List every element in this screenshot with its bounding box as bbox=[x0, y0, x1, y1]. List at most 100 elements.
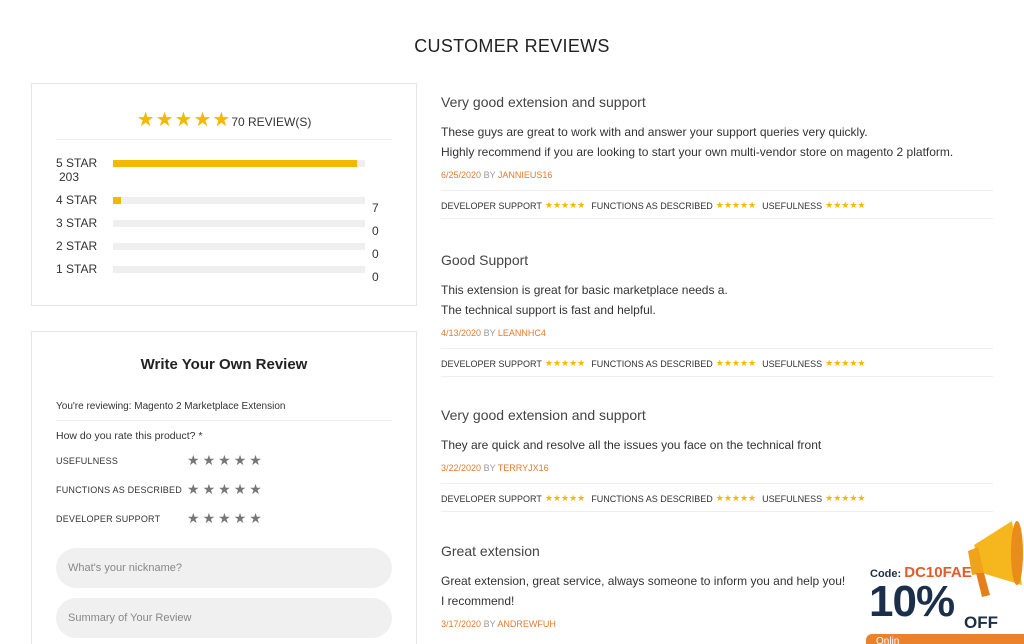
review-ratings: DEVELOPER SUPPORT ★★★★★ FUNCTIONS AS DESC… bbox=[441, 348, 993, 377]
bar-label: 5 STAR bbox=[56, 156, 98, 170]
divider bbox=[56, 139, 392, 140]
bar-track bbox=[113, 160, 365, 167]
summary-stars: ★ ★ ★ ★ ★ bbox=[137, 110, 232, 130]
review-meta: 4/13/2020 BY LEANNHC4 bbox=[441, 328, 993, 338]
promo-bar[interactable]: Onlin bbox=[866, 634, 1024, 644]
summary-input[interactable] bbox=[56, 598, 392, 638]
by-label: BY bbox=[483, 463, 496, 473]
review-title: Very good extension and support bbox=[441, 407, 646, 423]
star-icon: ★ bbox=[193, 109, 212, 131]
rating-label: DEVELOPER SUPPORT bbox=[441, 493, 542, 504]
star-icon: ★★★★★ bbox=[715, 200, 757, 210]
star-icon[interactable]: ★ bbox=[249, 453, 262, 467]
promo-badge[interactable]: Code: DC10FAE 10% OFF Onlin bbox=[866, 515, 1024, 644]
nickname-input[interactable] bbox=[56, 548, 392, 588]
star-icon[interactable]: ★ bbox=[187, 453, 200, 467]
star-icon[interactable]: ★ bbox=[249, 511, 262, 525]
star-icon: ★★★★★ bbox=[825, 493, 866, 503]
review-date: 6/25/2020 bbox=[441, 170, 482, 180]
star-icon: ★★★★★ bbox=[544, 358, 586, 368]
rating-label: USEFULNESS bbox=[56, 456, 119, 466]
star-icon[interactable]: ★ bbox=[203, 453, 216, 467]
star-icon: ★★★★★ bbox=[825, 358, 866, 368]
star-rating-input[interactable]: ★ ★ ★ ★ ★ bbox=[187, 453, 265, 467]
star-rating-input[interactable]: ★ ★ ★ ★ ★ bbox=[187, 511, 265, 525]
review-title: Good Support bbox=[441, 252, 529, 268]
star-icon: ★★★★★ bbox=[715, 358, 757, 368]
star-icon: ★★★★★ bbox=[544, 200, 586, 210]
bar-fill bbox=[113, 197, 122, 204]
rating-label: FUNCTIONS AS DESCRIBED bbox=[56, 485, 182, 495]
rating-bar-1[interactable]: 1 STAR 0 bbox=[56, 260, 396, 284]
star-icon[interactable]: ★ bbox=[187, 482, 200, 496]
rating-bar-2[interactable]: 2 STAR 0 bbox=[56, 237, 396, 261]
rating-label: FUNCTIONS AS DESCRIBED bbox=[591, 358, 713, 369]
review-body: This extension is great for basic market… bbox=[441, 280, 993, 320]
promo-off: OFF bbox=[964, 613, 998, 632]
reviewing-product: You're reviewing: Magento 2 Marketplace … bbox=[56, 401, 286, 412]
bar-label: 4 STAR bbox=[56, 193, 98, 207]
promo-percent: 10% bbox=[869, 577, 955, 626]
star-icon[interactable]: ★ bbox=[203, 482, 216, 496]
star-icon: ★★★★★ bbox=[715, 493, 757, 503]
bar-count: 0 bbox=[372, 224, 379, 238]
by-label: BY bbox=[483, 170, 496, 180]
star-icon[interactable]: ★ bbox=[203, 511, 216, 525]
review-count[interactable]: 70 REVIEW(S) bbox=[231, 115, 311, 129]
bar-count: 7 bbox=[372, 201, 379, 215]
bar-track bbox=[113, 220, 365, 227]
bar-label: 2 STAR bbox=[56, 239, 98, 253]
bar-track bbox=[113, 266, 365, 273]
star-icon[interactable]: ★ bbox=[234, 511, 247, 525]
star-rating-input[interactable]: ★ ★ ★ ★ ★ bbox=[187, 482, 265, 496]
bar-count: 0 bbox=[372, 247, 379, 261]
by-label: BY bbox=[483, 619, 496, 629]
bar-track bbox=[113, 243, 365, 250]
rating-label: DEVELOPER SUPPORT bbox=[441, 200, 542, 211]
star-icon[interactable]: ★ bbox=[218, 453, 231, 467]
bar-count: 203 bbox=[59, 170, 80, 184]
review-body-line: Highly recommend if you are looking to s… bbox=[441, 145, 954, 159]
review-date: 3/22/2020 bbox=[441, 463, 482, 473]
rating-label: USEFULNESS bbox=[762, 358, 823, 369]
write-review-title: Write Your Own Review bbox=[140, 356, 308, 373]
review-item: Very good extension and support These gu… bbox=[441, 94, 993, 219]
rating-label: FUNCTIONS AS DESCRIBED bbox=[591, 493, 713, 504]
review-item: Very good extension and support They are… bbox=[441, 407, 993, 512]
star-icon[interactable]: ★ bbox=[234, 482, 247, 496]
rating-label: DEVELOPER SUPPORT bbox=[56, 514, 161, 524]
star-icon: ★★★★★ bbox=[544, 493, 586, 503]
rating-label: USEFULNESS bbox=[762, 200, 823, 211]
rating-bar-3[interactable]: 3 STAR 0 bbox=[56, 214, 396, 238]
review-body: These guys are great to work with and an… bbox=[441, 122, 993, 162]
star-icon[interactable]: ★ bbox=[218, 511, 231, 525]
bar-label: 1 STAR bbox=[56, 262, 98, 276]
star-icon: ★ bbox=[174, 109, 193, 131]
review-author: JANNIEUS16 bbox=[497, 170, 553, 180]
megaphone-icon bbox=[968, 521, 1023, 597]
rating-bar-5[interactable]: 5 STAR 203 bbox=[56, 154, 396, 191]
review-author: ANDREWFUH bbox=[497, 619, 556, 629]
bar-count: 0 bbox=[372, 270, 379, 284]
bar-track bbox=[113, 197, 365, 204]
review-body-line: The technical support is fast and helpfu… bbox=[441, 303, 656, 317]
review-ratings: DEVELOPER SUPPORT ★★★★★ FUNCTIONS AS DESC… bbox=[441, 190, 993, 219]
star-icon: ★★★★★ bbox=[825, 200, 866, 210]
review-title: Very good extension and support bbox=[441, 94, 646, 110]
star-icon[interactable]: ★ bbox=[234, 453, 247, 467]
review-body-line: This extension is great for basic market… bbox=[441, 283, 728, 297]
star-icon[interactable]: ★ bbox=[187, 511, 200, 525]
review-date: 3/17/2020 bbox=[441, 619, 482, 629]
rating-summary: ★ ★ ★ ★ ★ 70 REVIEW(S) 5 STAR 203 4 STAR… bbox=[31, 83, 417, 306]
star-icon[interactable]: ★ bbox=[249, 482, 262, 496]
review-body: They are quick and resolve all the issue… bbox=[441, 435, 993, 455]
bar-fill bbox=[113, 160, 357, 167]
bar-label: 3 STAR bbox=[56, 216, 98, 230]
rating-label: DEVELOPER SUPPORT bbox=[441, 358, 542, 369]
review-date: 4/13/2020 bbox=[441, 328, 482, 338]
rate-question: How do you rate this product? * bbox=[56, 430, 203, 442]
star-icon: ★ bbox=[136, 109, 155, 131]
rating-bars: 5 STAR 203 4 STAR 7 3 STAR 0 2 STAR 0 1 … bbox=[56, 154, 396, 284]
star-icon[interactable]: ★ bbox=[218, 482, 231, 496]
rating-bar-4[interactable]: 4 STAR 7 bbox=[56, 191, 396, 215]
